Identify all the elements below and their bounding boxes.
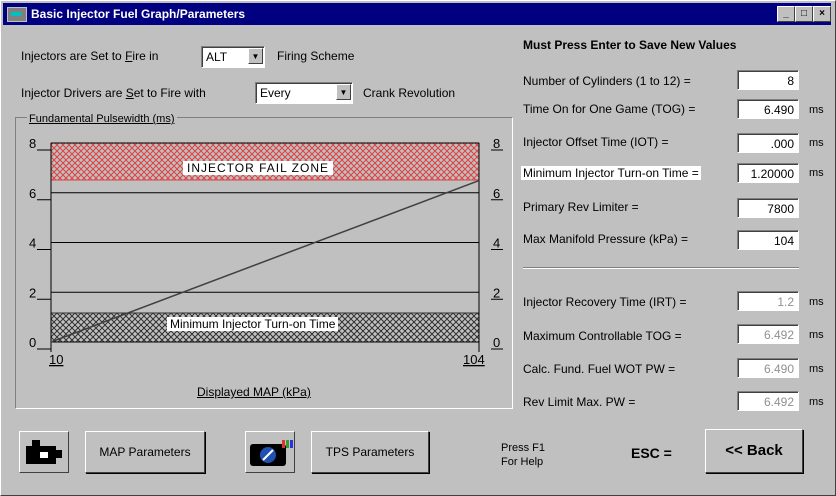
y-tick-label-right: 0: [493, 335, 500, 350]
irt-unit: ms: [809, 296, 824, 308]
min-zone-label: Minimum Injector Turn-on Time: [167, 317, 339, 331]
cylinders-label: Number of Cylinders (1 to 12) =: [523, 74, 691, 88]
drivers-select[interactable]: Every ▼: [255, 82, 353, 104]
max-map-label: Max Manifold Pressure (kPa) =: [523, 232, 689, 246]
y-tick-label-left: 2: [29, 285, 36, 300]
x-tick-label: 104: [463, 352, 485, 367]
x-tick-label: 10: [49, 352, 63, 367]
rev-limiter-label: Primary Rev Limiter =: [523, 200, 639, 214]
tps-parameters-button[interactable]: TPS Parameters: [311, 431, 429, 473]
y-tick-label-right: 8: [493, 136, 500, 151]
cylinders-field[interactable]: 8: [737, 70, 799, 90]
firing-scheme-select[interactable]: ALT ▼: [201, 46, 265, 68]
min-turn-on-unit: ms: [809, 167, 824, 179]
map-parameters-button[interactable]: MAP Parameters: [85, 431, 205, 473]
maximize-button[interactable]: □: [795, 6, 813, 22]
map-sensor-icon: [19, 431, 69, 473]
graph-title: Fundamental Pulsewidth (ms): [27, 113, 177, 125]
calc-pw-unit: ms: [809, 363, 824, 375]
tog-field[interactable]: 6.490: [737, 99, 799, 119]
main-window: Basic Injector Fuel Graph/Parameters _ □…: [0, 0, 836, 496]
y-tick-label-left: 8: [29, 136, 36, 151]
save-instruction: Must Press Enter to Save New Values: [523, 38, 737, 52]
iot-label: Injector Offset Time (IOT) =: [523, 135, 669, 149]
tog-label: Time On for One Game (TOG) =: [523, 102, 696, 116]
x-axis-label: Displayed MAP (kPa): [197, 385, 311, 399]
esc-hint: ESC =: [631, 445, 672, 461]
irt-label: Injector Recovery Time (IRT) =: [523, 295, 687, 309]
app-icon: [7, 7, 27, 22]
tog-unit: ms: [809, 104, 824, 116]
max-tog-field: 6.492: [737, 324, 799, 344]
y-tick-label-left: 0: [29, 335, 36, 350]
window-title: Basic Injector Fuel Graph/Parameters: [31, 7, 246, 21]
firing-suffix: Firing Scheme: [277, 49, 355, 63]
back-button[interactable]: << Back: [705, 429, 803, 473]
min-turn-on-field[interactable]: 1.20000: [737, 163, 799, 183]
max-map-field[interactable]: 104: [737, 230, 799, 250]
irt-field: 1.2: [737, 291, 799, 311]
rev-limiter-field[interactable]: 7800: [737, 198, 799, 218]
drivers-label: Injector Drivers are Set to Fire with: [21, 86, 206, 100]
help-hint: Press F1 For Help: [501, 442, 546, 468]
chevron-down-icon[interactable]: ▼: [336, 84, 351, 100]
rev-pw-label: Rev Limit Max. PW =: [523, 395, 636, 409]
fail-zone-label: INJECTOR FAIL ZONE: [183, 161, 334, 175]
y-tick-label-right: 4: [493, 236, 500, 251]
rev-pw-unit: ms: [809, 396, 824, 408]
max-tog-label: Maximum Controllable TOG =: [523, 329, 682, 343]
divider: [523, 267, 799, 269]
chevron-down-icon[interactable]: ▼: [248, 48, 263, 64]
firing-label: Injectors are Set to Fire in: [21, 49, 159, 63]
min-turn-on-label: Minimum Injector Turn-on Time =: [521, 166, 701, 180]
y-tick-label-left: 4: [29, 236, 36, 251]
title-bar: Basic Injector Fuel Graph/Parameters _ □…: [3, 3, 831, 25]
rev-pw-field: 6.492: [737, 391, 799, 411]
drivers-suffix: Crank Revolution: [363, 86, 456, 100]
tps-sensor-icon: [245, 431, 295, 473]
close-button[interactable]: ×: [813, 6, 831, 22]
calc-pw-field: 6.490: [737, 358, 799, 378]
minimize-button[interactable]: _: [777, 6, 795, 22]
calc-pw-label: Calc. Fund. Fuel WOT PW =: [523, 362, 676, 376]
iot-unit: ms: [809, 137, 824, 149]
max-tog-unit: ms: [809, 329, 824, 341]
iot-field[interactable]: .000: [737, 133, 799, 153]
y-tick-label-left: 6: [29, 186, 36, 201]
y-tick-label-right: 2: [493, 285, 500, 300]
y-tick-label-right: 6: [493, 186, 500, 201]
